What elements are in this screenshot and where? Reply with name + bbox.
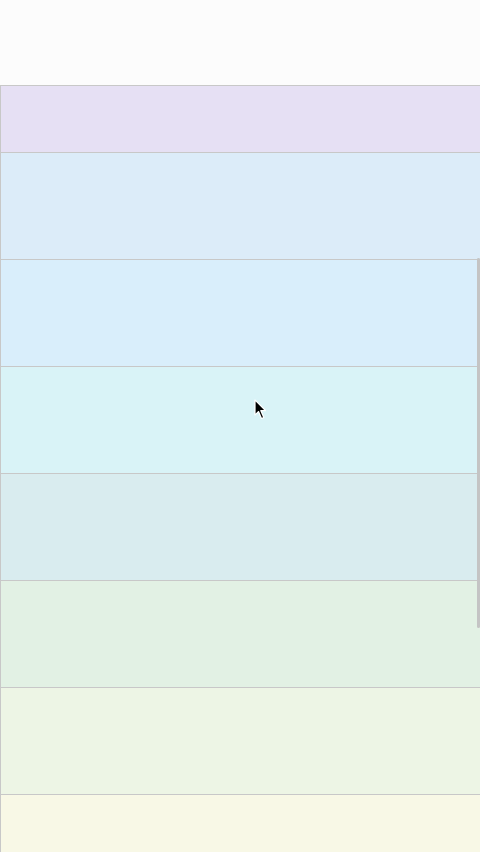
app-screen <box>0 0 480 852</box>
color-band-7[interactable] <box>0 688 480 795</box>
color-band-6[interactable] <box>0 581 480 688</box>
top-bar <box>0 0 480 86</box>
color-band-1[interactable] <box>0 86 480 153</box>
color-band-3[interactable] <box>0 260 480 367</box>
color-band-list <box>0 86 480 852</box>
color-band-8[interactable] <box>0 795 480 852</box>
color-band-2[interactable] <box>0 153 480 260</box>
color-band-5[interactable] <box>0 474 480 581</box>
color-band-4[interactable] <box>0 367 480 474</box>
